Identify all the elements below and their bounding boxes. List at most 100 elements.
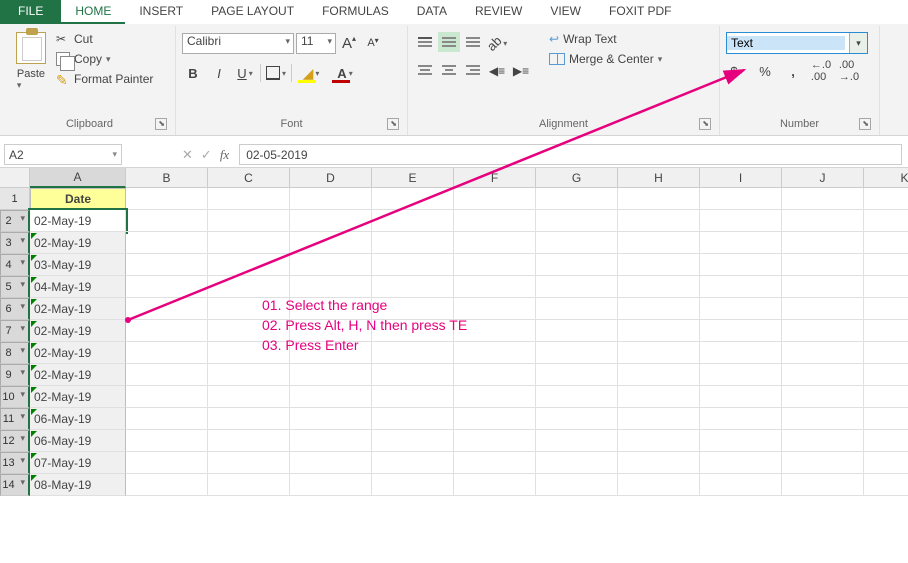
cell-J12[interactable] [782, 430, 864, 452]
cell-C10[interactable] [208, 386, 290, 408]
cell-I11[interactable] [700, 408, 782, 430]
cell-D12[interactable] [290, 430, 372, 452]
orientation-button[interactable]: ab [486, 32, 508, 54]
cell-B3[interactable] [126, 232, 208, 254]
cell-J10[interactable] [782, 386, 864, 408]
cell-A14[interactable]: 08-May-19 [30, 474, 126, 496]
cell-G1[interactable] [536, 188, 618, 210]
wrap-text-button[interactable]: ↩Wrap Text [549, 32, 662, 46]
cell-B5[interactable] [126, 276, 208, 298]
cell-B6[interactable] [126, 298, 208, 320]
cell-B13[interactable] [126, 452, 208, 474]
cancel-formula-button[interactable]: ✕ [182, 147, 193, 163]
row-header-1[interactable]: 1 [0, 188, 30, 210]
cell-E14[interactable] [372, 474, 454, 496]
cell-C14[interactable] [208, 474, 290, 496]
format-painter-button[interactable]: ✎Format Painter [56, 72, 153, 86]
cell-H8[interactable] [618, 342, 700, 364]
col-header-H[interactable]: H [618, 168, 700, 188]
cell-H13[interactable] [618, 452, 700, 474]
cell-K6[interactable] [864, 298, 908, 320]
italic-button[interactable]: I [208, 62, 230, 84]
row-header-14[interactable]: 14 [0, 474, 30, 496]
cell-A11[interactable]: 06-May-19 [30, 408, 126, 430]
cell-H11[interactable] [618, 408, 700, 430]
cell-H3[interactable] [618, 232, 700, 254]
cell-D14[interactable] [290, 474, 372, 496]
cell-J5[interactable] [782, 276, 864, 298]
cell-E11[interactable] [372, 408, 454, 430]
cell-A9[interactable]: 02-May-19 [30, 364, 126, 386]
align-middle-button[interactable] [438, 32, 460, 52]
align-right-button[interactable] [462, 60, 484, 80]
row-header-8[interactable]: 8 [0, 342, 30, 364]
cell-H10[interactable] [618, 386, 700, 408]
cell-E2[interactable] [372, 210, 454, 232]
col-header-I[interactable]: I [700, 168, 782, 188]
cell-H2[interactable] [618, 210, 700, 232]
cell-I5[interactable] [700, 276, 782, 298]
row-header-3[interactable]: 3 [0, 232, 30, 254]
cell-G12[interactable] [536, 430, 618, 452]
tab-insert[interactable]: INSERT [125, 0, 197, 24]
cell-G5[interactable] [536, 276, 618, 298]
increase-decimal-button[interactable]: ←.0.00 [810, 60, 832, 82]
cell-F11[interactable] [454, 408, 536, 430]
cell-K2[interactable] [864, 210, 908, 232]
cell-A13[interactable]: 07-May-19 [30, 452, 126, 474]
row-header-9[interactable]: 9 [0, 364, 30, 386]
cell-K9[interactable] [864, 364, 908, 386]
tab-view[interactable]: VIEW [536, 0, 595, 24]
tab-formulas[interactable]: FORMULAS [308, 0, 403, 24]
select-all-corner[interactable] [0, 168, 30, 188]
font-name-select[interactable]: Calibri [182, 33, 294, 54]
cell-F3[interactable] [454, 232, 536, 254]
col-header-B[interactable]: B [126, 168, 208, 188]
row-header-10[interactable]: 10 [0, 386, 30, 408]
cell-B10[interactable] [126, 386, 208, 408]
grow-font-button[interactable]: A▴ [338, 32, 360, 54]
cell-G2[interactable] [536, 210, 618, 232]
cell-D1[interactable] [290, 188, 372, 210]
cell-A5[interactable]: 04-May-19 [30, 276, 126, 298]
cell-B1[interactable] [126, 188, 208, 210]
cell-D3[interactable] [290, 232, 372, 254]
decrease-decimal-button[interactable]: .00→.0 [838, 60, 860, 82]
cell-F12[interactable] [454, 430, 536, 452]
fill-color-button[interactable]: ◢ [296, 62, 326, 84]
number-format-dropdown[interactable]: ▾ [849, 33, 867, 53]
cell-F9[interactable] [454, 364, 536, 386]
cell-D11[interactable] [290, 408, 372, 430]
cell-E13[interactable] [372, 452, 454, 474]
clipboard-launcher[interactable]: ⬊ [155, 118, 167, 130]
cell-G9[interactable] [536, 364, 618, 386]
cell-A8[interactable]: 02-May-19 [30, 342, 126, 364]
cell-J11[interactable] [782, 408, 864, 430]
cell-E1[interactable] [372, 188, 454, 210]
cell-K7[interactable] [864, 320, 908, 342]
shrink-font-button[interactable]: A▾ [362, 32, 384, 54]
cell-C4[interactable] [208, 254, 290, 276]
cell-B2[interactable] [126, 210, 208, 232]
bold-button[interactable]: B [182, 62, 204, 84]
name-box[interactable]: A2 [4, 144, 122, 165]
align-bottom-button[interactable] [462, 32, 484, 52]
cell-G6[interactable] [536, 298, 618, 320]
cell-F13[interactable] [454, 452, 536, 474]
cell-E10[interactable] [372, 386, 454, 408]
cell-H12[interactable] [618, 430, 700, 452]
cell-I14[interactable] [700, 474, 782, 496]
cell-D4[interactable] [290, 254, 372, 276]
cell-C3[interactable] [208, 232, 290, 254]
cell-E3[interactable] [372, 232, 454, 254]
underline-button[interactable]: U [234, 62, 256, 84]
row-header-5[interactable]: 5 [0, 276, 30, 298]
row-header-7[interactable]: 7 [0, 320, 30, 342]
cell-K11[interactable] [864, 408, 908, 430]
cell-H4[interactable] [618, 254, 700, 276]
cell-H5[interactable] [618, 276, 700, 298]
cell-H9[interactable] [618, 364, 700, 386]
cell-B12[interactable] [126, 430, 208, 452]
cell-C13[interactable] [208, 452, 290, 474]
cell-F2[interactable] [454, 210, 536, 232]
